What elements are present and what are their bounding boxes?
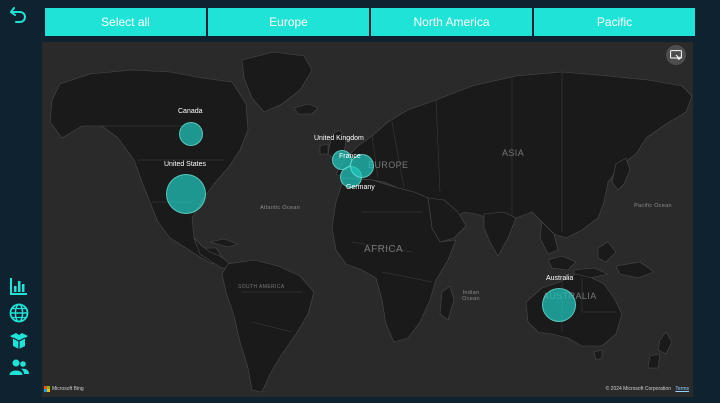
country-label-canada: Canada (178, 108, 203, 115)
bing-brand-text: Microsoft Bing (52, 386, 84, 392)
nav-map-button[interactable] (8, 302, 30, 324)
back-button[interactable] (8, 4, 30, 26)
microsoft-logo-icon (44, 386, 50, 392)
country-label-germany: Germany (346, 184, 375, 191)
region-label-asia: ASIA (502, 148, 525, 158)
box-icon (10, 333, 28, 349)
map-visual[interactable]: Atlantic Ocean Pacific Ocean Indian Ocea… (42, 42, 693, 397)
country-label-united-kingdom: United Kingdom (314, 135, 364, 142)
country-label-australia: Australia (546, 275, 574, 282)
country-label-france: France (339, 153, 361, 160)
ocean-label-indian: Indian Ocean (462, 290, 480, 303)
nav-customers-button[interactable] (8, 356, 30, 378)
slicer-option-select-all[interactable]: Select all (45, 8, 206, 36)
navigation-rail (0, 0, 38, 403)
world-map (49, 51, 693, 393)
terms-link[interactable]: Terms (675, 386, 689, 392)
region-label-africa: AFRICA (364, 244, 404, 255)
copyright-text: © 2024 Microsoft Corporation (605, 386, 671, 392)
ocean-label-atlantic: Atlantic Ocean (260, 205, 300, 211)
undo-arrow-icon (10, 7, 26, 23)
users-icon (9, 359, 29, 375)
country-label-united-states: United States (164, 161, 207, 168)
globe-icon (9, 303, 29, 323)
region-slicer: Select all Europe North America Pacific (45, 8, 695, 36)
region-label-europe: EUROPE (368, 160, 409, 170)
bubble-australia[interactable] (542, 288, 576, 322)
slicer-option-north-america[interactable]: North America (371, 8, 532, 36)
map-copyright: © 2024 Microsoft Corporation Terms (606, 386, 689, 392)
nav-products-button[interactable] (8, 329, 30, 351)
bubble-canada[interactable] (179, 122, 203, 146)
focus-mode-button[interactable] (666, 45, 686, 65)
slicer-option-pacific[interactable]: Pacific (534, 8, 695, 36)
region-label-south-america: SOUTH AMERICA (238, 284, 285, 290)
bubble-united-states[interactable] (166, 174, 206, 214)
ocean-label-pacific: Pacific Ocean (634, 203, 672, 209)
slicer-option-europe[interactable]: Europe (208, 8, 369, 36)
bing-attribution: Microsoft Bing (44, 386, 84, 392)
bar-chart-icon (10, 278, 27, 295)
focus-mode-icon (670, 49, 682, 59)
nav-sales-button[interactable] (8, 275, 30, 297)
